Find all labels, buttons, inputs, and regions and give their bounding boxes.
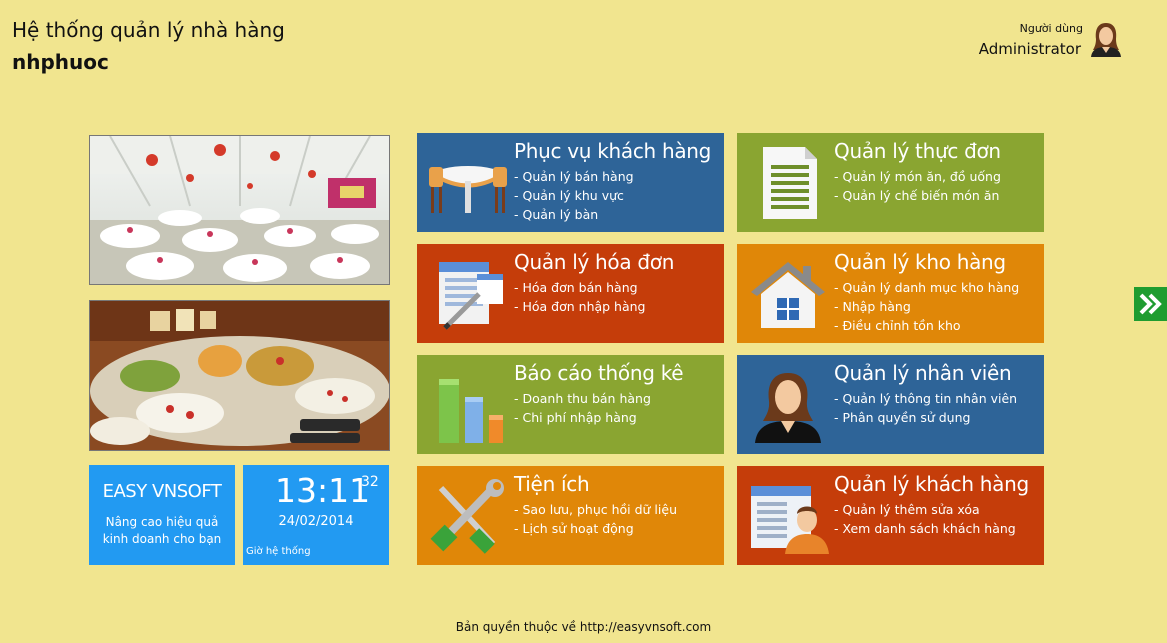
employee-icon (755, 373, 821, 443)
tile-link[interactable]: - Sao lưu, phục hồi dữ liệu (514, 500, 677, 519)
tile-title: Báo cáo thống kê (514, 361, 684, 385)
tile-link[interactable]: - Quản lý bàn (514, 205, 634, 224)
tile-employee-management[interactable]: Quản lý nhân viên - Quản lý thông tin nh… (737, 355, 1044, 454)
tile-link[interactable]: - Điều chỉnh tồn kho (834, 316, 1019, 335)
tile-customer-service[interactable]: Phục vụ khách hàng - Quản lý bán hàng - … (417, 133, 724, 232)
tile-link[interactable]: - Nhập hàng (834, 297, 1019, 316)
tile-invoice-management[interactable]: Quản lý hóa đơn - Hóa đơn bán hàng - Hóa… (417, 244, 724, 343)
tile-title: Phục vụ khách hàng (514, 139, 712, 163)
tile-statistics-report[interactable]: Báo cáo thống kê - Doanh thu bán hàng - … (417, 355, 724, 454)
tile-utilities[interactable]: Tiện ích - Sao lưu, phục hồi dữ liệu - L… (417, 466, 724, 565)
warehouse-house-icon (751, 262, 825, 328)
tile-title: Quản lý hóa đơn (514, 250, 675, 274)
app-subtitle: nhphuoc (12, 50, 109, 74)
tile-title: Quản lý kho hàng (834, 250, 1006, 274)
tile-link[interactable]: - Hóa đơn nhập hàng (514, 297, 646, 316)
easyvnsoft-promo: EASY VNSOFT Nâng cao hiệu quả kinh doanh… (89, 465, 235, 565)
tile-link[interactable]: - Doanh thu bán hàng (514, 389, 651, 408)
tile-title: Quản lý thực đơn (834, 139, 1001, 163)
clock-seconds: 32 (361, 474, 379, 490)
double-chevron-right-icon (1139, 293, 1162, 315)
clock-time: 13:11 (275, 471, 371, 510)
buffet-food-photo (89, 300, 390, 451)
bar-chart-icon (439, 379, 503, 443)
tile-link[interactable]: - Quản lý thông tin nhân viên (834, 389, 1017, 408)
promo-tagline-line2: kinh doanh cho bạn (102, 532, 222, 546)
copyright-footer: Bản quyền thuộc về http://easyvnsoft.com (455, 620, 712, 634)
tile-link[interactable]: - Quản lý thêm sửa xóa (834, 500, 1016, 519)
promo-brand: EASY VNSOFT (102, 481, 222, 502)
clock-caption: Giờ hệ thống (246, 546, 311, 557)
tile-link[interactable]: - Quản lý món ăn, đồ uống (834, 167, 1001, 186)
user-avatar-icon[interactable] (1089, 21, 1123, 57)
tile-link[interactable]: - Chi phí nhập hàng (514, 408, 651, 427)
tools-icon (430, 479, 504, 554)
invoice-pen-icon (439, 262, 503, 330)
clock-date: 24/02/2014 (278, 514, 354, 529)
tile-link[interactable]: - Xem danh sách khách hàng (834, 519, 1016, 538)
menu-document-icon (763, 147, 817, 219)
tile-link[interactable]: - Quản lý chế biến món ăn (834, 186, 1001, 205)
tile-link[interactable]: - Phân quyền sử dụng (834, 408, 1017, 427)
app-title: Hệ thống quản lý nhà hàng (12, 18, 285, 42)
tile-menu-management[interactable]: Quản lý thực đơn - Quản lý món ăn, đồ uố… (737, 133, 1044, 232)
restaurant-hall-photo (89, 135, 390, 285)
tile-link[interactable]: - Quản lý danh mục kho hàng (834, 278, 1019, 297)
tile-link[interactable]: - Quản lý bán hàng (514, 167, 634, 186)
user-name[interactable]: Administrator (979, 40, 1081, 58)
tile-customer-management[interactable]: Quản lý khách hàng - Quản lý thêm sửa xó… (737, 466, 1044, 565)
tile-title: Quản lý nhân viên (834, 361, 1012, 385)
tile-link[interactable]: - Lịch sử hoạt động (514, 519, 677, 538)
dining-table-icon (429, 166, 507, 213)
tile-title: Quản lý khách hàng (834, 472, 1029, 496)
expand-panel-button[interactable] (1134, 287, 1167, 321)
customer-card-icon (751, 486, 829, 554)
tile-link[interactable]: - Quản lý khu vực (514, 186, 634, 205)
user-label: Người dùng (1019, 22, 1083, 35)
system-clock: 13:11 32 24/02/2014 Giờ hệ thống (243, 465, 389, 565)
promo-tagline-line1: Nâng cao hiệu quả (105, 515, 219, 529)
tile-link[interactable]: - Hóa đơn bán hàng (514, 278, 646, 297)
tile-warehouse-management[interactable]: Quản lý kho hàng - Quản lý danh mục kho … (737, 244, 1044, 343)
tile-title: Tiện ích (514, 472, 590, 496)
